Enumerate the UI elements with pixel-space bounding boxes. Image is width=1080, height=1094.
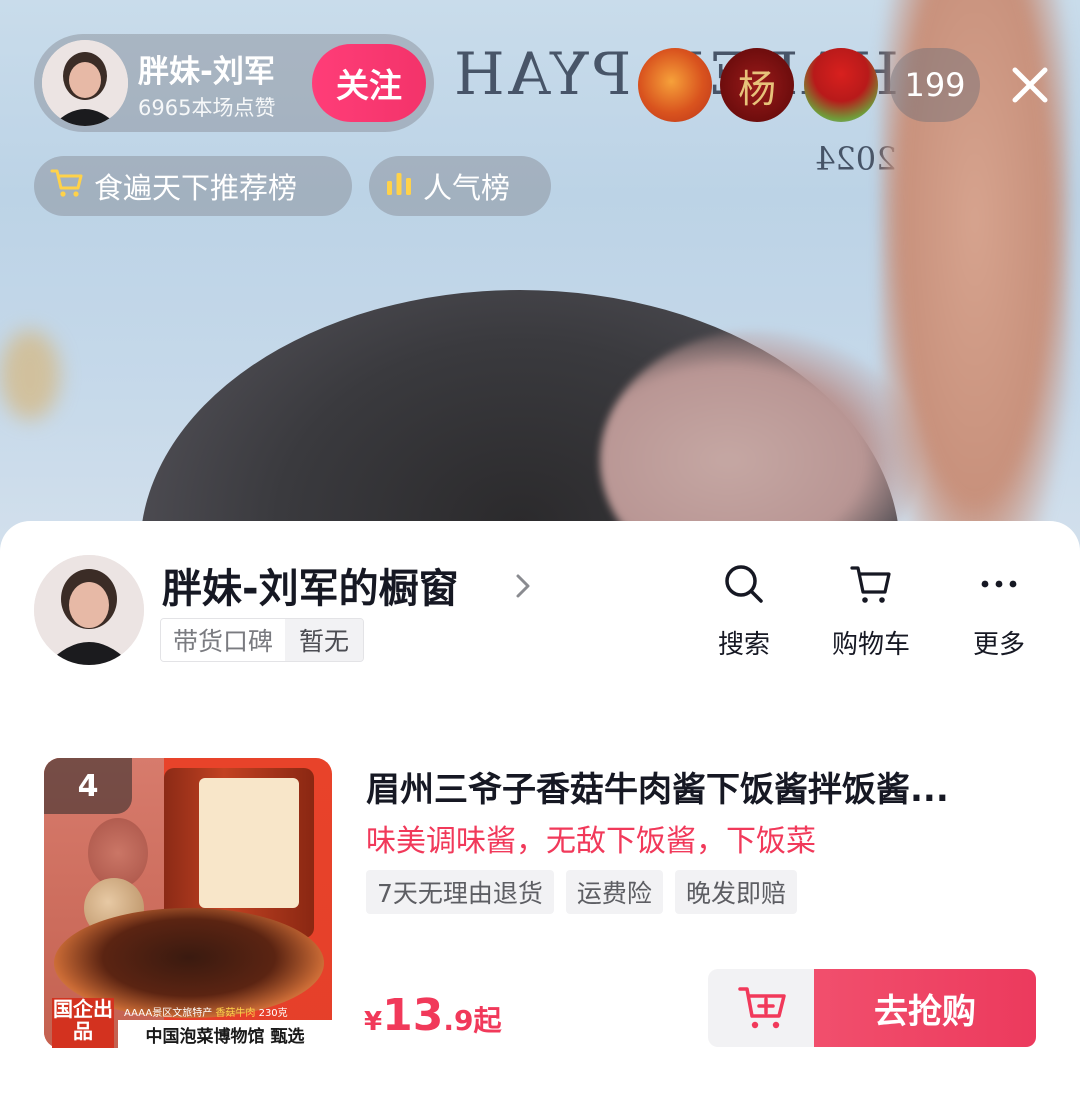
- tool-label: 购物车: [831, 630, 910, 660]
- rank-pill-popularity[interactable]: 人气榜: [369, 156, 551, 216]
- viewer-avatar-red-tree[interactable]: [804, 48, 878, 122]
- product-image-strip-prefix: AAAA景区文旅特产: [124, 1008, 213, 1019]
- product-image-jar-label: [199, 778, 299, 908]
- more-icon: [981, 580, 1017, 588]
- viewer-count[interactable]: 199: [890, 48, 980, 122]
- product-rank-badge: 4: [44, 758, 132, 814]
- buy-now-button[interactable]: 去抢购: [814, 969, 1036, 1047]
- shop-avatar[interactable]: [34, 555, 144, 665]
- product-subtitle: 味美调味酱，无敌下饭酱，下饭菜: [366, 824, 816, 859]
- cart-icon: [50, 168, 84, 205]
- close-icon[interactable]: [1005, 60, 1055, 110]
- add-to-cart-button[interactable]: [708, 969, 818, 1047]
- bar-chart-icon: [385, 169, 413, 204]
- product-tag: 运费险: [565, 870, 663, 914]
- product-tag: 晚发即赔: [674, 870, 797, 914]
- state-owned-badge: 国企出品: [52, 998, 114, 1048]
- viewer-avatar-char: 杨: [737, 66, 776, 111]
- chevron-right-icon[interactable]: [512, 568, 536, 604]
- product-title[interactable]: 眉州三爷子香菇牛肉酱下饭酱拌饭酱...: [366, 762, 1036, 811]
- price-integer: 13: [382, 990, 444, 1041]
- viewer-avatar-yang-char[interactable]: 杨: [720, 48, 794, 122]
- search-button[interactable]: 搜索: [689, 562, 799, 661]
- reputation-box[interactable]: 带货口碑 暂无: [160, 618, 365, 662]
- rank-pill-label: 食遍天下推荐榜: [94, 171, 298, 205]
- rank-pill-recommend[interactable]: 食遍天下推荐榜: [34, 156, 352, 216]
- product-tags: 7天无理由退货 运费险 晚发即赔: [366, 870, 797, 914]
- tool-label: 搜索: [717, 630, 770, 660]
- cart-icon: [850, 566, 891, 603]
- host-avatar[interactable]: [42, 40, 128, 126]
- product-tag: 7天无理由退货: [366, 870, 554, 914]
- host-name: 胖妹-刘军: [138, 54, 275, 90]
- reputation-label: 带货口碑: [161, 619, 286, 661]
- reputation-value: 暂无: [285, 619, 364, 661]
- product-image-bottom-text: 中国泡菜博物馆 甄选: [118, 1020, 332, 1048]
- more-button[interactable]: 更多: [944, 562, 1054, 661]
- price-symbol: ¥: [364, 1007, 383, 1037]
- viewer-avatar-food[interactable]: [638, 48, 712, 122]
- product-image-strip: AAAA景区文旅特产 香菇牛肉 230克: [124, 1004, 330, 1020]
- follow-button[interactable]: 关注: [312, 44, 426, 122]
- product-image-strip-weight: 230克: [258, 1008, 288, 1019]
- cart-button[interactable]: 购物车: [816, 562, 926, 661]
- rank-pill-label: 人气榜: [423, 171, 511, 205]
- shop-title[interactable]: 胖妹-刘军的橱窗: [162, 556, 459, 614]
- price-decimal: .9起: [443, 1004, 502, 1037]
- tool-label: 更多: [972, 630, 1025, 660]
- add-cart-icon: [738, 987, 786, 1029]
- search-icon: [725, 565, 763, 603]
- product-price: ¥13.9起: [364, 990, 501, 1041]
- product-image-strip-highlight: 香菇牛肉: [215, 1008, 256, 1019]
- host-likes: 6965本场点赞: [138, 96, 276, 120]
- background-blob: [0, 330, 60, 420]
